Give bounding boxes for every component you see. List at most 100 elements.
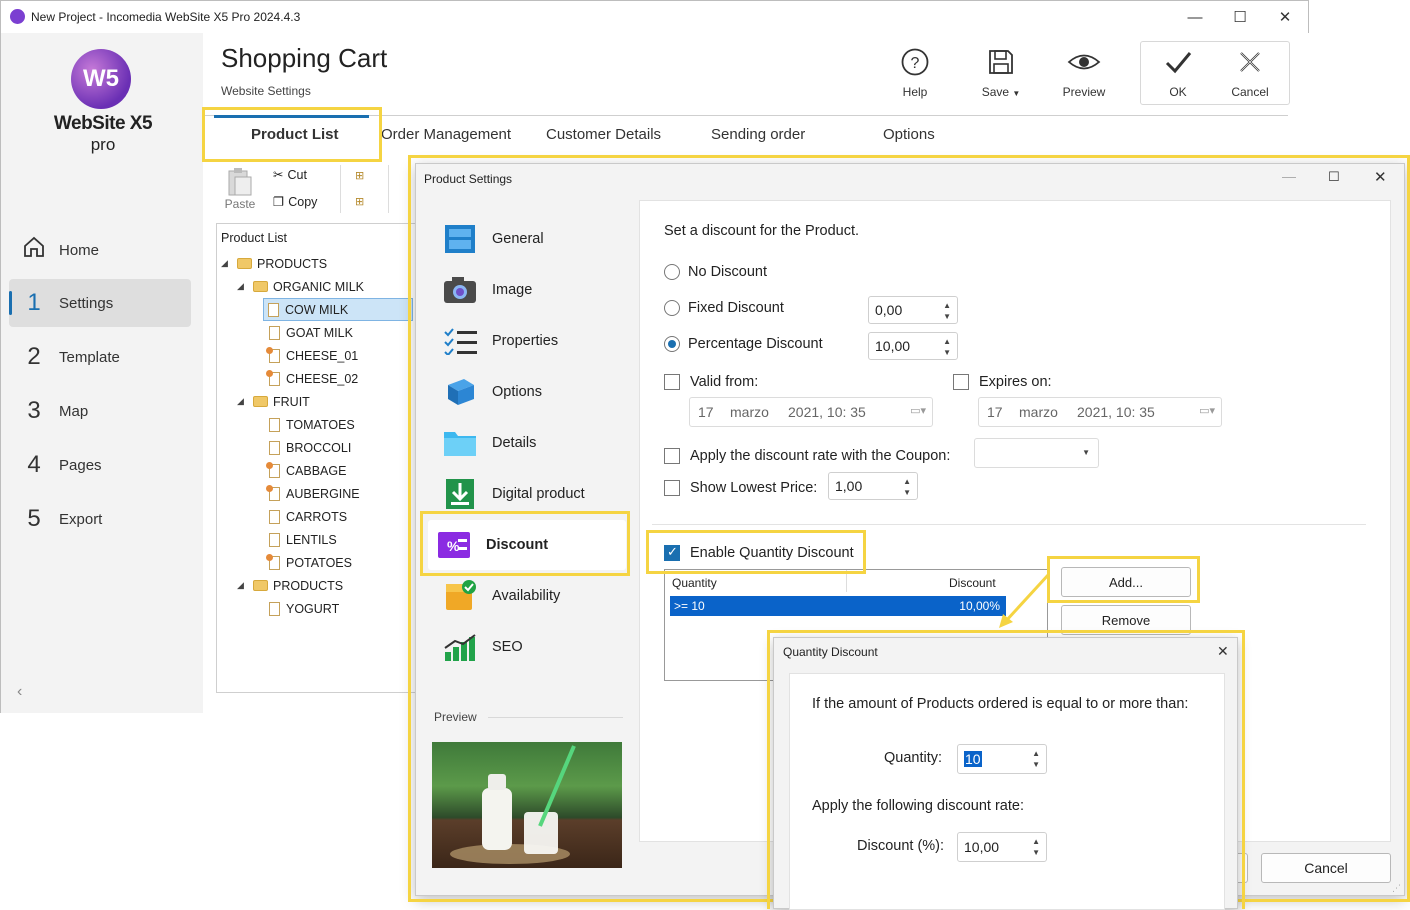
tree-row-label: TOMATOES xyxy=(286,417,355,432)
collapse-sidebar-button[interactable]: ‹ xyxy=(17,683,22,701)
tree-row[interactable]: ◢ PRODUCTS xyxy=(217,252,415,275)
save-label: Save ▼ xyxy=(982,85,1021,99)
add-product-icon[interactable]: ⊞ xyxy=(355,195,364,208)
minimize-button[interactable]: — xyxy=(1172,1,1218,33)
sidebar-item-label: Map xyxy=(59,402,89,420)
tree-row-label: FRUIT xyxy=(273,394,310,409)
sidebar-item-label: Home xyxy=(59,241,100,259)
paste-button[interactable]: Paste xyxy=(221,165,259,211)
tree-row[interactable]: POTATOES xyxy=(217,551,415,574)
cut-label: Cut xyxy=(287,167,307,182)
sidebar-item-label: Pages xyxy=(59,456,102,474)
maximize-button[interactable]: ☐ xyxy=(1217,1,1263,33)
sidebar-item-template[interactable]: 2 Template xyxy=(9,333,191,381)
expand-caret-icon[interactable]: ◢ xyxy=(237,396,253,407)
sidebar-item-number: 1 xyxy=(27,289,41,316)
add-folder-icon[interactable]: ⊞ xyxy=(355,169,364,182)
eye-icon xyxy=(1067,54,1101,70)
sidebar-item-label: Template xyxy=(59,348,120,366)
sidebar-item-pages[interactable]: 4 Pages xyxy=(9,441,191,489)
tree-row[interactable]: AUBERGINE xyxy=(217,482,415,505)
sidebar-item-export[interactable]: 5 Export xyxy=(9,495,191,543)
sidebar-item-home[interactable]: Home xyxy=(9,226,191,274)
tree-row[interactable]: LENTILS xyxy=(217,528,415,551)
tree-row[interactable]: BROCCOLI xyxy=(217,436,415,459)
tree-row[interactable]: CARROTS xyxy=(217,505,415,528)
cancel-label: Cancel xyxy=(1231,85,1269,99)
product-icon xyxy=(269,509,280,524)
tree-row-label: CARROTS xyxy=(286,509,348,524)
preview-label: Preview xyxy=(1062,85,1106,99)
tree-row-label: COW MILK xyxy=(285,302,349,317)
ok-label: OK xyxy=(1169,85,1187,99)
arrow-connector-icon xyxy=(999,572,1051,628)
highlight-product-list-tab xyxy=(202,107,382,162)
tree-row[interactable]: CHEESE_01 xyxy=(217,344,415,367)
sidebar-item-number: 4 xyxy=(27,451,41,478)
expand-caret-icon[interactable]: ◢ xyxy=(221,258,237,269)
help-label: Help xyxy=(902,85,928,99)
product-icon xyxy=(266,553,280,570)
ok-button[interactable]: OK xyxy=(1153,47,1203,99)
product-icon xyxy=(266,369,280,386)
scissors-icon: ✂ xyxy=(273,168,284,182)
copy-button[interactable]: ❐ Copy xyxy=(273,194,317,210)
sidebar-item-label: Settings xyxy=(59,294,114,312)
tab-order-management[interactable]: Order Management xyxy=(381,126,511,143)
product-icon xyxy=(266,346,280,363)
preview-button[interactable]: Preview xyxy=(1057,47,1111,99)
tree-row-label: CHEESE_02 xyxy=(286,371,359,386)
save-text: Save xyxy=(981,85,1010,99)
tab-options[interactable]: Options xyxy=(883,126,935,143)
product-icon xyxy=(269,440,280,455)
tree-row-label: POTATOES xyxy=(286,555,352,570)
highlight-add-button xyxy=(1047,556,1200,603)
help-button[interactable]: ? Help xyxy=(889,47,941,99)
title-bar: New Project - Incomedia WebSite X5 Pro 2… xyxy=(1,1,1308,33)
ribbon-separator xyxy=(340,165,341,213)
highlight-discount-menu xyxy=(420,511,630,576)
tab-customer-details[interactable]: Customer Details xyxy=(546,126,661,143)
folder-icon xyxy=(253,281,268,292)
cut-button[interactable]: ✂ Cut xyxy=(273,167,307,183)
tree-row[interactable]: ◢ FRUIT xyxy=(217,390,415,413)
logo: W5 WebSite X5 pro xyxy=(51,49,155,159)
expand-caret-icon[interactable]: ◢ xyxy=(237,580,253,591)
tree-row-label: CHEESE_01 xyxy=(286,348,359,363)
svg-text:?: ? xyxy=(911,55,920,72)
tree-row[interactable]: ◢ ORGANIC MILK xyxy=(217,275,415,298)
sidebar-item-number: 2 xyxy=(27,343,41,370)
close-button[interactable]: ✕ xyxy=(1262,1,1308,33)
page-title: Shopping Cart xyxy=(221,43,388,73)
tree-row-label: CABBAGE xyxy=(286,463,347,478)
tree-row-label: YOGURT xyxy=(286,601,340,616)
tree-row[interactable]: COW MILK xyxy=(263,298,413,321)
product-icon xyxy=(269,325,280,340)
sidebar-item-map[interactable]: 3 Map xyxy=(9,387,191,435)
ribbon-separator xyxy=(388,165,389,213)
folder-icon xyxy=(237,258,252,269)
active-indicator xyxy=(9,291,12,315)
logo-edition: pro xyxy=(90,135,116,154)
tree-body: ◢ PRODUCTS ◢ ORGANIC MILK COW MILK GOAT MILK C… xyxy=(217,252,415,620)
expand-caret-icon[interactable]: ◢ xyxy=(237,281,253,292)
folder-icon xyxy=(253,580,268,591)
save-button[interactable]: Save ▼ xyxy=(973,47,1029,99)
sidebar-item-label: Export xyxy=(59,510,103,528)
window-title: New Project - Incomedia WebSite X5 Pro 2… xyxy=(31,10,301,24)
tree-row[interactable]: GOAT MILK xyxy=(217,321,415,344)
tree-row[interactable]: CHEESE_02 xyxy=(217,367,415,390)
tab-sending-order[interactable]: Sending order xyxy=(711,126,805,143)
highlight-enable-qty xyxy=(646,530,866,574)
sidebar-item-number: 5 xyxy=(27,505,41,532)
sidebar-item-settings[interactable]: 1 Settings xyxy=(9,279,191,327)
tree-row[interactable]: ◢ PRODUCTS xyxy=(217,574,415,597)
folder-icon xyxy=(253,396,268,407)
logo-mark: W5 xyxy=(71,49,131,109)
tree-row[interactable]: TOMATOES xyxy=(217,413,415,436)
tree-row-label: AUBERGINE xyxy=(286,486,360,501)
cancel-button[interactable]: Cancel xyxy=(1225,47,1275,99)
product-icon xyxy=(266,484,280,501)
tree-row[interactable]: CABBAGE xyxy=(217,459,415,482)
tree-row[interactable]: YOGURT xyxy=(217,597,415,620)
